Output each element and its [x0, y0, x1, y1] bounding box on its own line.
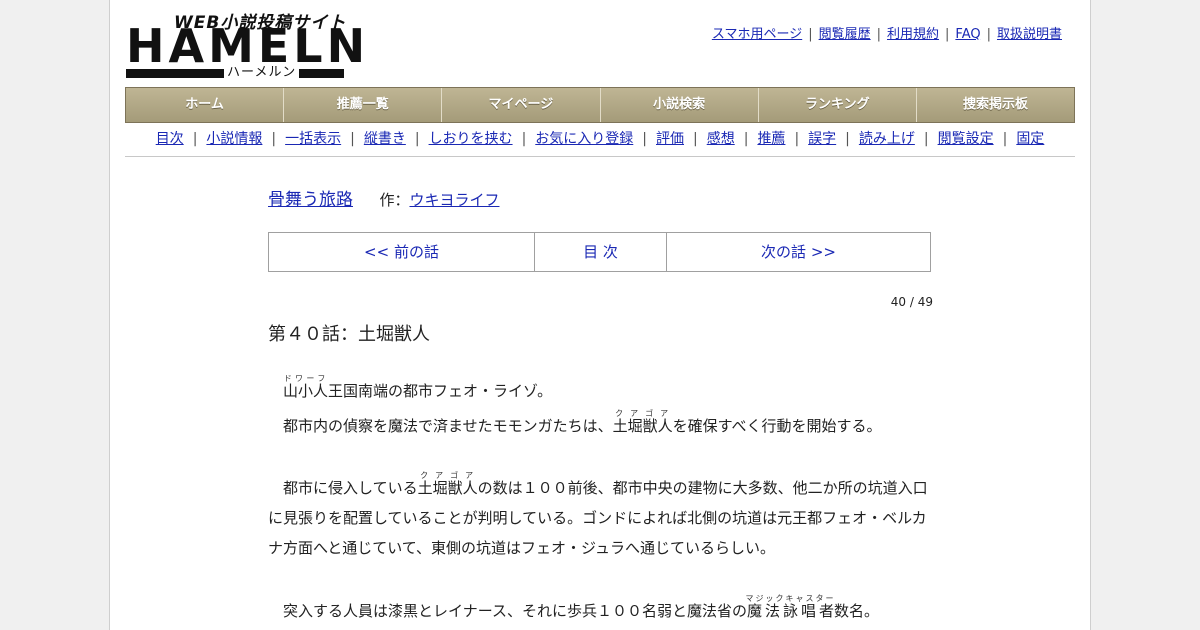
subnav-impressions[interactable]: 感想 [707, 131, 735, 147]
subnav-all[interactable]: 一括表示 [285, 131, 341, 147]
top-link-smartphone[interactable]: スマホ用ページ [712, 27, 802, 42]
subnav-settings[interactable]: 閲覧設定 [938, 131, 994, 147]
subnav-bookmark[interactable]: しおりを挟む [429, 131, 513, 147]
subnav-toc[interactable]: 目次 [156, 131, 184, 147]
nav-search[interactable]: 小説検索 [601, 88, 759, 122]
chapter-pager: << 前の話 目 次 次の話 >> [268, 232, 931, 272]
nav-home[interactable]: ホーム [126, 88, 285, 122]
ruby-quagoa: 土堀獣人クアゴア [417, 471, 478, 497]
story-header: 骨舞う旅路 作：ウキヨライフ [268, 185, 499, 210]
subnav-favorite[interactable]: お気に入り登録 [535, 131, 633, 147]
author-label: 作： [379, 191, 410, 209]
story-title[interactable]: 骨舞う旅路 [268, 190, 353, 210]
top-link-history[interactable]: 閲覧履歴 [819, 27, 871, 42]
novel-subnav: 目次 | 小説情報 | 一括表示 | 縦書き | しおりを挟む | お気に入り登録 | 評価 | 感想 | 推薦… [125, 122, 1075, 157]
chapter-title: 第４０話：土堀獣人 [268, 324, 430, 345]
toc-link[interactable]: 目 次 [535, 233, 667, 271]
page-container: WEB小説投稿サイト HAMELN ハーメルン スマホ用ページ | 閲覧履歴 | 利用規… [109, 0, 1091, 630]
main-nav: ホーム 推薦一覧 マイページ 小説検索 ランキング 捜索掲示板 [125, 87, 1075, 123]
site-logo[interactable]: WEB小説投稿サイト HAMELN ハーメルン [126, 8, 365, 80]
subnav-info[interactable]: 小説情報 [206, 131, 262, 147]
subnav-vertical[interactable]: 縦書き [364, 131, 406, 147]
body-line: 山小人ドワーフ王国南端の都市フェオ・ライゾ。 [283, 374, 553, 400]
ruby-quagoa: 土堀獣人クアゴア [612, 409, 673, 435]
body-paragraph-1: 山小人ドワーフ王国南端の都市フェオ・ライゾ。 都市内の偵察を魔法で済ませたモモン… [268, 374, 933, 441]
ruby-dwarf: 山小人ドワーフ [283, 374, 329, 400]
top-link-manual[interactable]: 取扱説明書 [997, 27, 1062, 42]
body-paragraph-2: 都市に侵入している土堀獣人クアゴアの数は１００前後、都市中央の建物に大多数、他二… [268, 471, 928, 557]
subnav-rating[interactable]: 評価 [656, 131, 684, 147]
nav-mypage[interactable]: マイページ [442, 88, 601, 122]
nav-board[interactable]: 捜索掲示板 [917, 88, 1074, 122]
ruby-magic-caster: 魔法詠唱者マジックキャスター [745, 594, 836, 620]
subnav-read-aloud[interactable]: 読み上げ [859, 131, 915, 147]
top-links: スマホ用ページ | 閲覧履歴 | 利用規約 | FAQ | 取扱説明書 [711, 27, 1062, 42]
prev-chapter-link[interactable]: << 前の話 [269, 233, 535, 271]
logo-kana: ハーメルン [224, 65, 300, 80]
subnav-recommend[interactable]: 推薦 [757, 131, 785, 147]
logo-main: HAMELN [126, 19, 370, 73]
body-paragraph-3: 突入する人員は漆黒とレイナース、それに歩兵１００名弱と魔法省の魔法詠唱者マジック… [283, 594, 880, 620]
chapter-count: 40 / 49 [890, 295, 933, 309]
author-link[interactable]: ウキヨライフ [409, 191, 499, 209]
next-chapter-link[interactable]: 次の話 >> [667, 233, 930, 271]
top-link-terms[interactable]: 利用規約 [887, 27, 939, 42]
top-link-faq[interactable]: FAQ [955, 27, 980, 42]
subnav-typo[interactable]: 誤字 [808, 131, 836, 147]
nav-ranking[interactable]: ランキング [759, 88, 917, 122]
body-line: 都市内の偵察を魔法で済ませたモモンガたちは、土堀獣人クアゴアを確保すべく行動を開… [283, 409, 882, 435]
nav-recommendations[interactable]: 推薦一覧 [284, 88, 443, 122]
subnav-pin[interactable]: 固定 [1016, 131, 1044, 147]
